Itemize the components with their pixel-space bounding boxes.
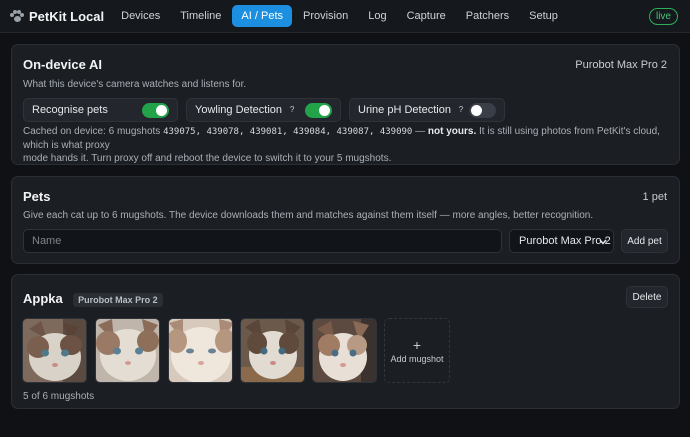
top-nav: PetKit Local Devices Timeline AI / Pets … [0,0,690,33]
urine-ph-detection-switch[interactable] [469,103,496,118]
ai-device-name: Purobot Max Pro 2 [575,59,667,71]
chevron-down-icon [599,239,607,245]
mugshot-4[interactable] [240,318,305,383]
tab-ai-pets[interactable]: AI / Pets [232,5,292,27]
mugshot-2[interactable] [95,318,160,383]
brand[interactable]: PetKit Local [10,9,104,24]
pet-device-select[interactable]: Purobot Max Pro 2 [509,229,614,253]
mugshot-5[interactable] [312,318,377,383]
mugshot-3[interactable] [168,318,233,383]
live-status-badge: live [648,8,678,25]
app-title: PetKit Local [29,8,105,24]
tab-log[interactable]: Log [359,5,395,27]
pet-name: Appka [23,291,63,306]
tab-timeline[interactable]: Timeline [171,5,230,27]
pet-device-badge: Purobot Max Pro 2 [73,292,163,307]
toggle-label: Yowling Detection [195,104,283,116]
mugshot-count: 5 of 6 mugshots [23,391,95,402]
cached-mugshots-notice: Cached on device: 6 mugshots 439075, 439… [23,126,660,164]
yowling-detection-switch[interactable] [305,103,332,118]
pets-card-subtitle: Give each cat up to 6 mugshots. The devi… [23,210,594,221]
pets-card-title: Pets [23,189,51,204]
tab-capture[interactable]: Capture [398,5,455,27]
paw-icon [10,10,24,22]
toggle-urine-ph-detection: Urine pH Detection ? [349,98,505,122]
help-icon[interactable]: ? [455,104,467,116]
toggle-recognise-pets: Recognise pets [23,98,178,122]
add-pet-button[interactable]: Add pet [621,229,668,253]
mugshot-1[interactable] [22,318,87,383]
toggle-label: Urine pH Detection [358,104,451,116]
tab-devices[interactable]: Devices [112,5,169,27]
pet-header: Appka Purobot Max Pro 2 [23,291,163,307]
pet-count: 1 pet [642,191,667,203]
pets-card: Pets 1 pet Give each cat up to 6 mugshot… [11,176,680,264]
add-mugshot-label: Add mugshot [390,353,444,364]
tab-bar: Devices Timeline AI / Pets Provision Log… [112,5,567,27]
ai-card-title: On-device AI [23,57,102,72]
not-yours-text: not yours. [427,126,477,137]
help-icon[interactable]: ? [286,104,298,116]
toggle-yowling-detection: Yowling Detection ? [186,98,341,122]
cached-mugshot-ids: 439075, 439078, 439081, 439084, 439087, … [163,127,413,137]
delete-pet-button[interactable]: Delete [626,286,668,308]
tab-patchers[interactable]: Patchers [457,5,518,27]
tab-provision[interactable]: Provision [294,5,357,27]
tab-setup[interactable]: Setup [520,5,567,27]
selected-device: Purobot Max Pro 2 [519,235,611,247]
add-mugshot-button[interactable]: + Add mugshot [384,318,450,383]
toggle-label: Recognise pets [32,104,108,116]
recognise-pets-switch[interactable] [142,103,169,118]
on-device-ai-card: On-device AI Purobot Max Pro 2 What this… [11,44,680,165]
plus-icon: + [412,336,422,353]
ai-card-subtitle: What this device's camera watches and li… [23,79,247,90]
pet-name-input[interactable] [23,229,502,253]
